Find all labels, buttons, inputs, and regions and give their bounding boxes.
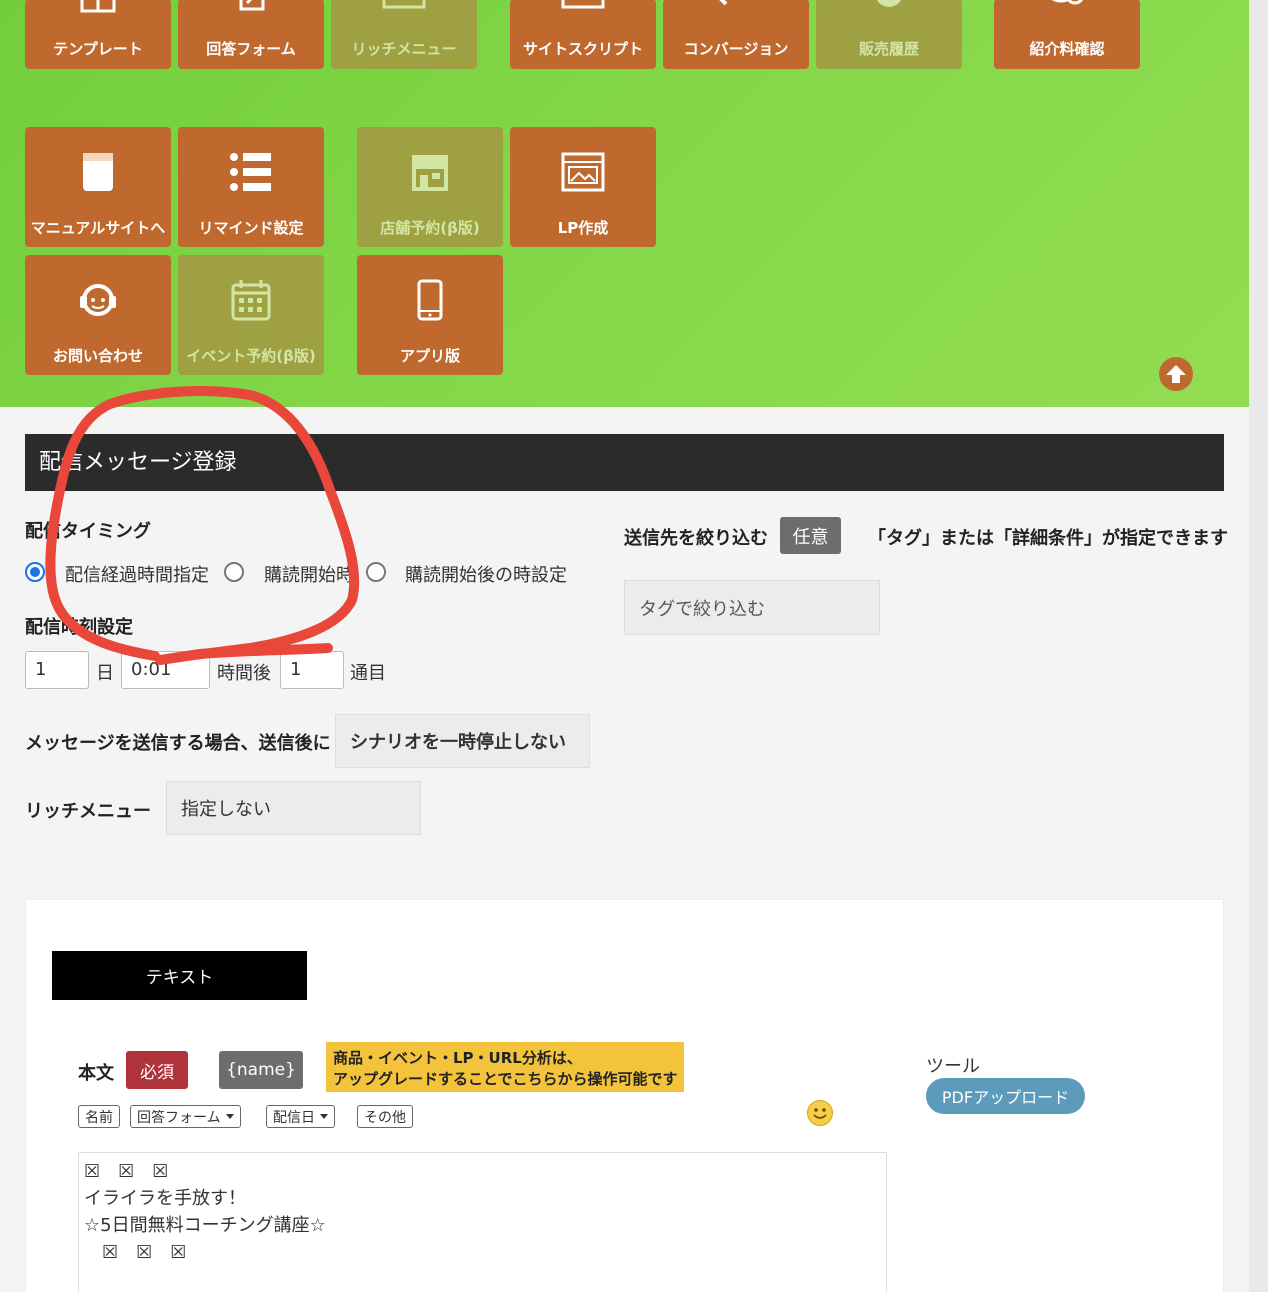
filter-note: 「タグ」または「詳細条件」が指定できます bbox=[868, 528, 1228, 549]
caret-down-icon bbox=[320, 1114, 328, 1119]
chip-other[interactable]: その他 bbox=[357, 1105, 413, 1128]
tile-app-version[interactable]: アプリ版 bbox=[357, 255, 503, 375]
caret-down-icon bbox=[225, 1114, 234, 1119]
body-label: 本文 bbox=[78, 1063, 114, 1084]
chip-label: その他 bbox=[364, 1109, 406, 1126]
arrow-up-icon bbox=[1166, 365, 1186, 383]
chip-label: 名前 bbox=[85, 1109, 113, 1126]
tile-contact[interactable]: お問い合わせ bbox=[25, 255, 171, 375]
emoji-picker-icon[interactable] bbox=[807, 1100, 833, 1126]
tile-template[interactable]: テンプレート bbox=[25, 0, 171, 69]
tile-manual-site[interactable]: マニュアルサイトへ bbox=[25, 127, 171, 247]
upgrade-notice-line1: 商品・イベント・LP・URL分析は、 bbox=[333, 1049, 582, 1067]
tile-label: 店舗予約(β版) bbox=[380, 219, 480, 237]
form-edit-icon bbox=[178, 0, 324, 13]
scroll-to-top-button[interactable] bbox=[1159, 357, 1193, 391]
tile-label: リッチメニュー bbox=[351, 40, 457, 58]
radio-subscribe-start[interactable] bbox=[224, 562, 244, 582]
tile-site-script[interactable]: サイトスクリプト bbox=[510, 0, 656, 69]
timing-label: 配信タイミング bbox=[25, 521, 151, 542]
tile-label: テンプレート bbox=[53, 40, 143, 58]
upgrade-notice: 商品・イベント・LP・URL分析は、 アップグレードすることでこちらから操作可能… bbox=[326, 1042, 684, 1092]
tile-remind-settings[interactable]: リマインド設定 bbox=[178, 127, 324, 247]
radio-subscribe-start-label: 購読開始時 bbox=[264, 565, 354, 586]
rich-menu-label: リッチメニュー bbox=[25, 801, 151, 822]
schedule-label: 配信時刻設定 bbox=[25, 617, 133, 638]
editor-line: ☒ ☒ ☒ bbox=[84, 1242, 187, 1263]
insert-name-button[interactable]: {name} bbox=[219, 1051, 303, 1089]
tile-store-reservation[interactable]: 店舗予約(β版) bbox=[357, 127, 503, 247]
tile-label: マニュアルサイトへ bbox=[30, 219, 166, 237]
section-title: 配信メッセージ登録 bbox=[25, 434, 1224, 491]
chip-delivery-date[interactable]: 配信日 bbox=[266, 1105, 335, 1128]
required-badge: 必須 bbox=[126, 1051, 188, 1089]
support-headset-icon bbox=[25, 277, 171, 323]
chip-label: 回答フォーム bbox=[137, 1109, 221, 1126]
tile-label: LP作成 bbox=[557, 219, 609, 237]
rich-menu-icon bbox=[331, 0, 477, 13]
tile-label: お問い合わせ bbox=[52, 347, 143, 365]
day-input[interactable]: 1 bbox=[25, 651, 89, 689]
message-body-editor[interactable]: ☒ ☒ ☒ イライラを手放す！ ☆5日間無料コーチング講座☆ ☒ ☒ ☒ bbox=[78, 1152, 887, 1292]
radio-elapsed-time[interactable] bbox=[25, 562, 45, 582]
tile-referral-fee[interactable]: 紹介料確認 bbox=[994, 0, 1140, 69]
tile-conversion[interactable]: コンバージョン bbox=[663, 0, 809, 69]
radio-elapsed-time-label: 配信経過時間指定 bbox=[65, 565, 209, 586]
rich-menu-select[interactable]: 指定しない bbox=[166, 781, 421, 835]
upgrade-notice-line2: アップグレードすることでこちらから操作可能です bbox=[333, 1070, 678, 1088]
sales-history-icon bbox=[816, 0, 962, 13]
tile-rich-menu[interactable]: リッチメニュー bbox=[331, 0, 477, 69]
tile-label: 回答フォーム bbox=[206, 40, 296, 58]
pdf-upload-button[interactable]: PDFアップロード bbox=[926, 1078, 1085, 1114]
time-input[interactable]: 0:01 bbox=[121, 651, 210, 689]
template-icon bbox=[25, 0, 171, 13]
editor-line: イライラを手放す！ bbox=[84, 1188, 246, 1209]
tile-label: コンバージョン bbox=[683, 40, 789, 58]
list-icon bbox=[178, 149, 324, 195]
tile-label: 紹介料確認 bbox=[1029, 40, 1105, 58]
manual-book-icon bbox=[25, 149, 171, 195]
tag-filter-select[interactable]: タグで絞り込む bbox=[624, 580, 880, 635]
referral-fee-icon bbox=[994, 0, 1140, 13]
tile-lp-creation[interactable]: LP作成 bbox=[510, 127, 656, 247]
tile-label: 販売履歴 bbox=[858, 40, 919, 58]
editor-line: ☆5日間無料コーチング講座☆ bbox=[84, 1215, 326, 1236]
optional-badge: 任意 bbox=[780, 517, 841, 554]
smartphone-icon bbox=[357, 277, 503, 323]
tools-label: ツール bbox=[926, 1056, 980, 1077]
radio-after-subscribe-time-label: 購読開始後の時設定 bbox=[405, 565, 567, 586]
chip-answer-form[interactable]: 回答フォーム bbox=[130, 1105, 241, 1128]
tile-label: イベント予約(β版) bbox=[186, 347, 316, 365]
after-send-label: メッセージを送信する場合、送信後に bbox=[25, 733, 331, 754]
tile-answer-form[interactable]: 回答フォーム bbox=[178, 0, 324, 69]
tile-label: サイトスクリプト bbox=[522, 40, 643, 58]
after-send-select[interactable]: シナリオを一時停止しない bbox=[335, 714, 590, 768]
filter-label: 送信先を絞り込む bbox=[624, 528, 768, 549]
scrollbar-track[interactable] bbox=[1249, 0, 1268, 1292]
radio-after-subscribe-time[interactable] bbox=[366, 562, 386, 582]
chip-name[interactable]: 名前 bbox=[78, 1105, 120, 1128]
time-unit: 時間後 bbox=[217, 663, 271, 684]
tile-event-reservation[interactable]: イベント予約(β版) bbox=[178, 255, 324, 375]
conversion-icon bbox=[663, 0, 809, 13]
store-icon bbox=[357, 149, 503, 195]
tab-text[interactable]: テキスト bbox=[52, 951, 307, 1000]
tile-sales-history[interactable]: 販売履歴 bbox=[816, 0, 962, 69]
count-input[interactable]: 1 bbox=[280, 651, 344, 689]
calendar-icon bbox=[178, 277, 324, 323]
site-script-icon bbox=[510, 0, 656, 13]
tile-label: リマインド設定 bbox=[198, 219, 304, 237]
editor-line: ☒ ☒ ☒ bbox=[84, 1161, 169, 1182]
tile-label: アプリ版 bbox=[399, 347, 460, 365]
day-unit: 日 bbox=[96, 663, 114, 684]
landing-page-icon bbox=[510, 149, 656, 195]
count-unit: 通目 bbox=[350, 663, 386, 684]
chip-label: 配信日 bbox=[273, 1109, 315, 1126]
